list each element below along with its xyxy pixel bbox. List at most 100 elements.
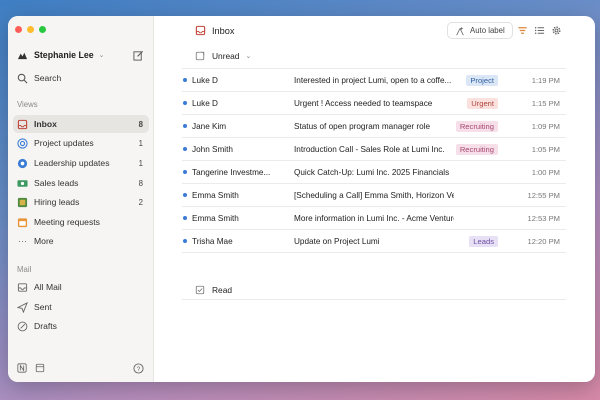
message-sender: Trisha Mae — [192, 236, 233, 246]
sparkle-tag-icon — [456, 26, 464, 35]
search-icon — [17, 73, 28, 83]
message-sender: Jane Kim — [192, 121, 227, 131]
zoom-window-button[interactable] — [39, 26, 46, 33]
message-row[interactable]: Emma Smith [Scheduling a Call] Emma Smith… — [182, 183, 566, 206]
unread-dot — [183, 147, 187, 151]
message-time: 1:05 PM — [531, 144, 560, 154]
window-controls — [15, 26, 46, 33]
calendar-icon — [17, 217, 28, 228]
account-switcher[interactable]: Stephanie Lee ⌄ — [17, 48, 144, 62]
flag-icon — [17, 197, 28, 208]
message-time: 1:15 PM — [531, 98, 560, 108]
message-list: Luke D Interested in project Lumi, open t… — [182, 68, 566, 253]
filter-icon[interactable] — [517, 25, 528, 36]
unread-dot — [183, 124, 187, 128]
send-icon — [17, 301, 28, 313]
message-label-badge[interactable]: Recruiting — [455, 143, 498, 155]
checkbox-icon[interactable] — [195, 51, 205, 61]
sidebar-item-inbox[interactable]: Inbox 8 — [13, 115, 149, 133]
message-time: 1:00 PM — [531, 167, 560, 177]
sidebar-item-more[interactable]: ··· More — [13, 232, 149, 250]
unread-label: Unread — [212, 51, 240, 61]
sidebar-item-label: Drafts — [34, 321, 57, 331]
sidebar-item-count: 8 — [138, 119, 143, 129]
sidebar-item-drafts[interactable]: Drafts — [13, 317, 149, 335]
unread-group-toggle[interactable]: Unread ⌄ — [195, 51, 251, 61]
message-label-badge[interactable]: Project — [466, 74, 498, 86]
message-row[interactable]: Emma Smith More information in Lumi Inc. … — [182, 206, 566, 229]
inbox-icon — [195, 25, 206, 36]
chevron-down-icon: ⌄ — [245, 53, 252, 60]
auto-label-button[interactable]: Auto label — [447, 22, 513, 39]
sidebar-item-all-mail[interactable]: All Mail — [13, 278, 149, 296]
sidebar-item-sent[interactable]: Sent — [13, 298, 149, 316]
message-row[interactable]: Trisha Mae Update on Project Lumi Leads 12:… — [182, 229, 566, 252]
unread-dot — [183, 170, 187, 174]
message-sender: Tangerine Investme... — [192, 167, 271, 177]
message-label-badge[interactable]: Urgent — [467, 97, 498, 109]
sidebar-item-count: 1 — [138, 138, 143, 148]
message-sender: John Smith — [192, 144, 233, 154]
notion-mail-icon[interactable] — [17, 363, 27, 373]
draft-icon — [17, 321, 28, 332]
sidebar-item-meeting-requests[interactable]: Meeting requests — [13, 213, 149, 231]
minimize-window-button[interactable] — [27, 26, 34, 33]
target-icon — [17, 137, 28, 149]
inbox-icon — [17, 119, 28, 130]
sidebar-item-label: Meeting requests — [34, 217, 100, 227]
mail-section-label: Mail — [17, 265, 32, 274]
message-label-badge[interactable]: Leads — [469, 235, 498, 247]
message-row[interactable]: Tangerine Investme... Quick Catch-Up: Lum… — [182, 160, 566, 183]
message-subject: Status of open program manager role — [294, 121, 431, 131]
help-icon[interactable]: ? — [133, 362, 144, 374]
message-sender: Luke D — [192, 75, 218, 85]
sidebar-item-hiring-leads[interactable]: Hiring leads 2 — [13, 193, 149, 211]
message-time: 1:09 PM — [531, 121, 560, 131]
read-group-toggle[interactable]: Read — [195, 285, 232, 295]
message-subject: Interested in project Lumi, open to a co… — [294, 75, 452, 85]
unread-dot — [183, 78, 187, 82]
message-row[interactable]: Jane Kim Status of open program manager r… — [182, 114, 566, 137]
sidebar-item-project-updates[interactable]: Project updates 1 — [13, 134, 149, 152]
sidebar-item-label: All Mail — [34, 282, 62, 292]
sidebar: Stephanie Lee ⌄ Search Views Inbox 8 Pro… — [8, 16, 154, 382]
message-sender: Luke D — [192, 98, 218, 108]
page-title-text: Inbox — [212, 25, 235, 36]
sidebar-item-label: Sales leads — [34, 178, 79, 188]
user-name: Stephanie Lee — [34, 50, 94, 60]
sidebar-item-label: Inbox — [34, 119, 57, 129]
unread-dot — [183, 216, 187, 220]
sidebar-item-count: 8 — [138, 178, 143, 188]
sidebar-item-sales-leads[interactable]: Sales leads 8 — [13, 174, 149, 192]
checkbox-checked-icon[interactable] — [195, 285, 205, 295]
message-row[interactable]: Luke D Urgent ! Access needed to teamspac… — [182, 91, 566, 114]
search-button[interactable]: Search — [17, 72, 61, 84]
cash-icon — [17, 178, 28, 189]
message-subject: Update on Project Lumi — [294, 236, 380, 246]
sidebar-item-label: Leadership updates — [34, 158, 110, 168]
sidebar-item-count: 2 — [138, 197, 143, 207]
sidebar-item-leadership-updates[interactable]: Leadership updates 1 — [13, 154, 149, 172]
unread-dot — [183, 193, 187, 197]
gear-icon[interactable] — [551, 25, 562, 36]
app-window: Stephanie Lee ⌄ Search Views Inbox 8 Pro… — [8, 16, 595, 382]
compose-icon[interactable] — [133, 50, 144, 61]
globe-icon — [17, 158, 28, 169]
message-row[interactable]: Luke D Interested in project Lumi, open t… — [182, 68, 566, 91]
list-view-icon[interactable] — [534, 25, 545, 36]
message-time: 12:53 PM — [527, 213, 560, 223]
unread-dot — [183, 101, 187, 105]
calendar-app-icon[interactable] — [35, 363, 45, 373]
chevron-down-icon: ⌄ — [98, 52, 105, 59]
message-label-badge[interactable]: Recruiting — [455, 120, 498, 132]
more-icon: ··· — [18, 236, 27, 246]
read-divider — [182, 299, 566, 300]
message-row[interactable]: John Smith Introduction Call - Sales Role… — [182, 137, 566, 160]
page-title: Inbox — [195, 25, 234, 36]
stack-icon — [17, 282, 28, 293]
message-time: 12:55 PM — [527, 190, 560, 200]
read-label: Read — [212, 285, 233, 295]
message-subject: [Scheduling a Call] Emma Smith, Horizon … — [294, 190, 454, 200]
close-window-button[interactable] — [15, 26, 22, 33]
account-avatar-icon — [17, 52, 28, 59]
